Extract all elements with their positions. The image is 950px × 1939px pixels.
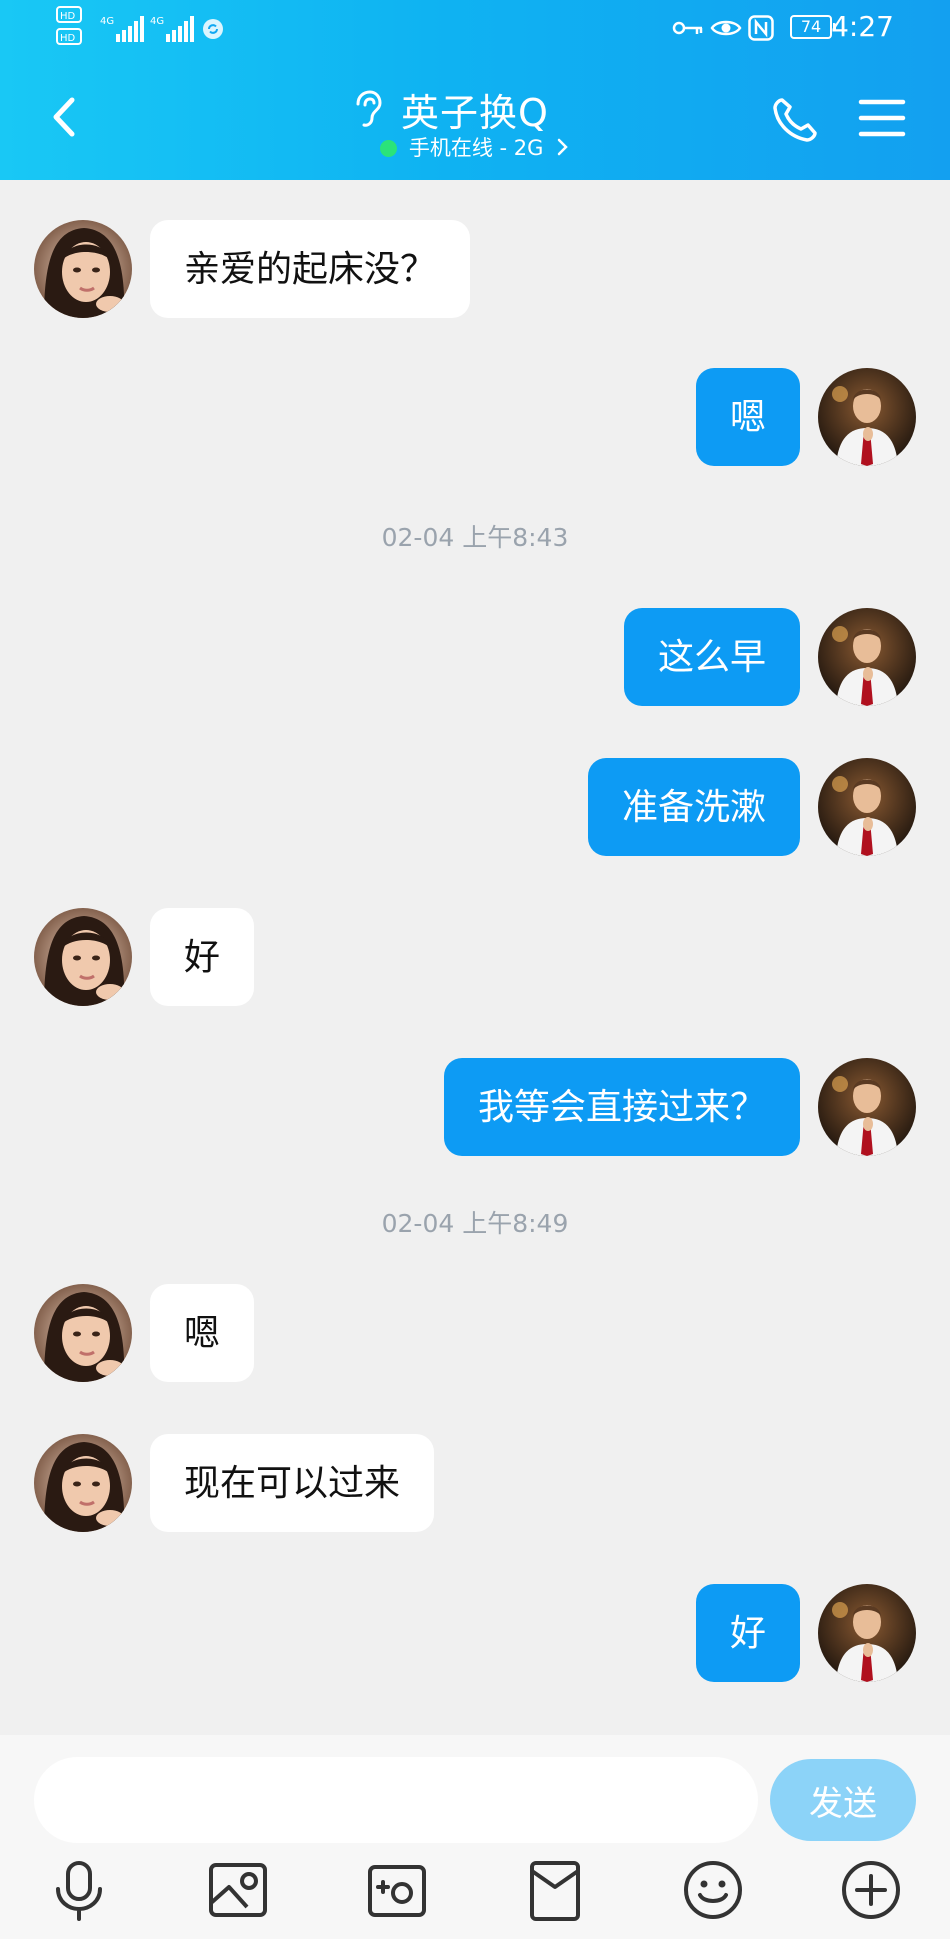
hd-volte-icon: HD HD (56, 6, 82, 45)
chat-header: HD HD HD 4G 4G 74 4:27 英子换Q (0, 0, 950, 180)
message-timestamp: 02-04 上午8:43 (381, 523, 569, 552)
my-avatar[interactable] (818, 1584, 916, 1682)
phone-icon[interactable] (770, 95, 820, 145)
outgoing-message-bubble[interactable]: 我等会直接过来？ (443, 1058, 800, 1156)
incoming-message-bubble[interactable]: 亲爱的起床没？ (150, 220, 471, 318)
contact-avatar[interactable] (34, 1284, 132, 1382)
camera-icon[interactable] (364, 1857, 430, 1923)
outgoing-message-bubble[interactable]: 这么早 (623, 608, 800, 706)
battery-indicator: 74 (790, 15, 836, 39)
send-button[interactable]: 发送 (770, 1759, 916, 1841)
message-timestamp: 02-04 上午8:49 (381, 1209, 569, 1238)
sync-icon (203, 19, 223, 39)
outgoing-message-bubble[interactable]: 嗯 (695, 368, 800, 466)
signal-2-icon: 4G (150, 16, 194, 42)
red-packet-icon[interactable] (522, 1857, 588, 1923)
online-dot-icon (379, 140, 397, 157)
svg-text:4G: 4G (100, 16, 114, 27)
chevron-right-icon (557, 138, 568, 156)
eye-icon (710, 20, 742, 36)
chat-title: 英子换Q (401, 91, 549, 135)
signal-1-icon: 4G (100, 16, 144, 42)
incoming-message-bubble[interactable]: 现在可以过来 (150, 1434, 435, 1532)
outgoing-message-bubble[interactable]: 好 (695, 1584, 800, 1682)
my-avatar[interactable] (818, 758, 916, 856)
svg-text:HD: HD (60, 11, 76, 22)
incoming-message-bubble[interactable]: 好 (150, 908, 255, 1006)
outgoing-message-bubble[interactable]: 准备洗漱 (587, 758, 800, 856)
svg-text:HD: HD (60, 33, 76, 44)
microphone-icon[interactable] (46, 1857, 112, 1923)
nfc-icon (748, 15, 774, 41)
plus-icon[interactable] (838, 1857, 904, 1923)
menu-icon[interactable] (858, 96, 906, 140)
incoming-message-bubble[interactable]: 嗯 (150, 1284, 255, 1382)
my-avatar[interactable] (818, 608, 916, 706)
contact-avatar[interactable] (34, 1434, 132, 1532)
message-list[interactable]: 亲爱的起床没？嗯 02-04 上午8:43 这么早 准备洗漱好我等会直接过来？ 02-0… (0, 180, 950, 1735)
image-icon[interactable] (205, 1857, 271, 1923)
contact-avatar[interactable] (34, 220, 132, 318)
composer: 发送 (0, 1735, 950, 1939)
my-avatar[interactable] (818, 1058, 916, 1156)
key-icon (672, 21, 703, 35)
message-input[interactable] (34, 1757, 758, 1843)
svg-text:4G: 4G (150, 16, 164, 27)
emoji-icon[interactable] (680, 1857, 746, 1923)
status-time: 4:27 (831, 10, 894, 43)
my-avatar[interactable] (818, 368, 916, 466)
contact-avatar[interactable] (34, 908, 132, 1006)
status-text: 手机在线 - 2G (408, 136, 544, 160)
